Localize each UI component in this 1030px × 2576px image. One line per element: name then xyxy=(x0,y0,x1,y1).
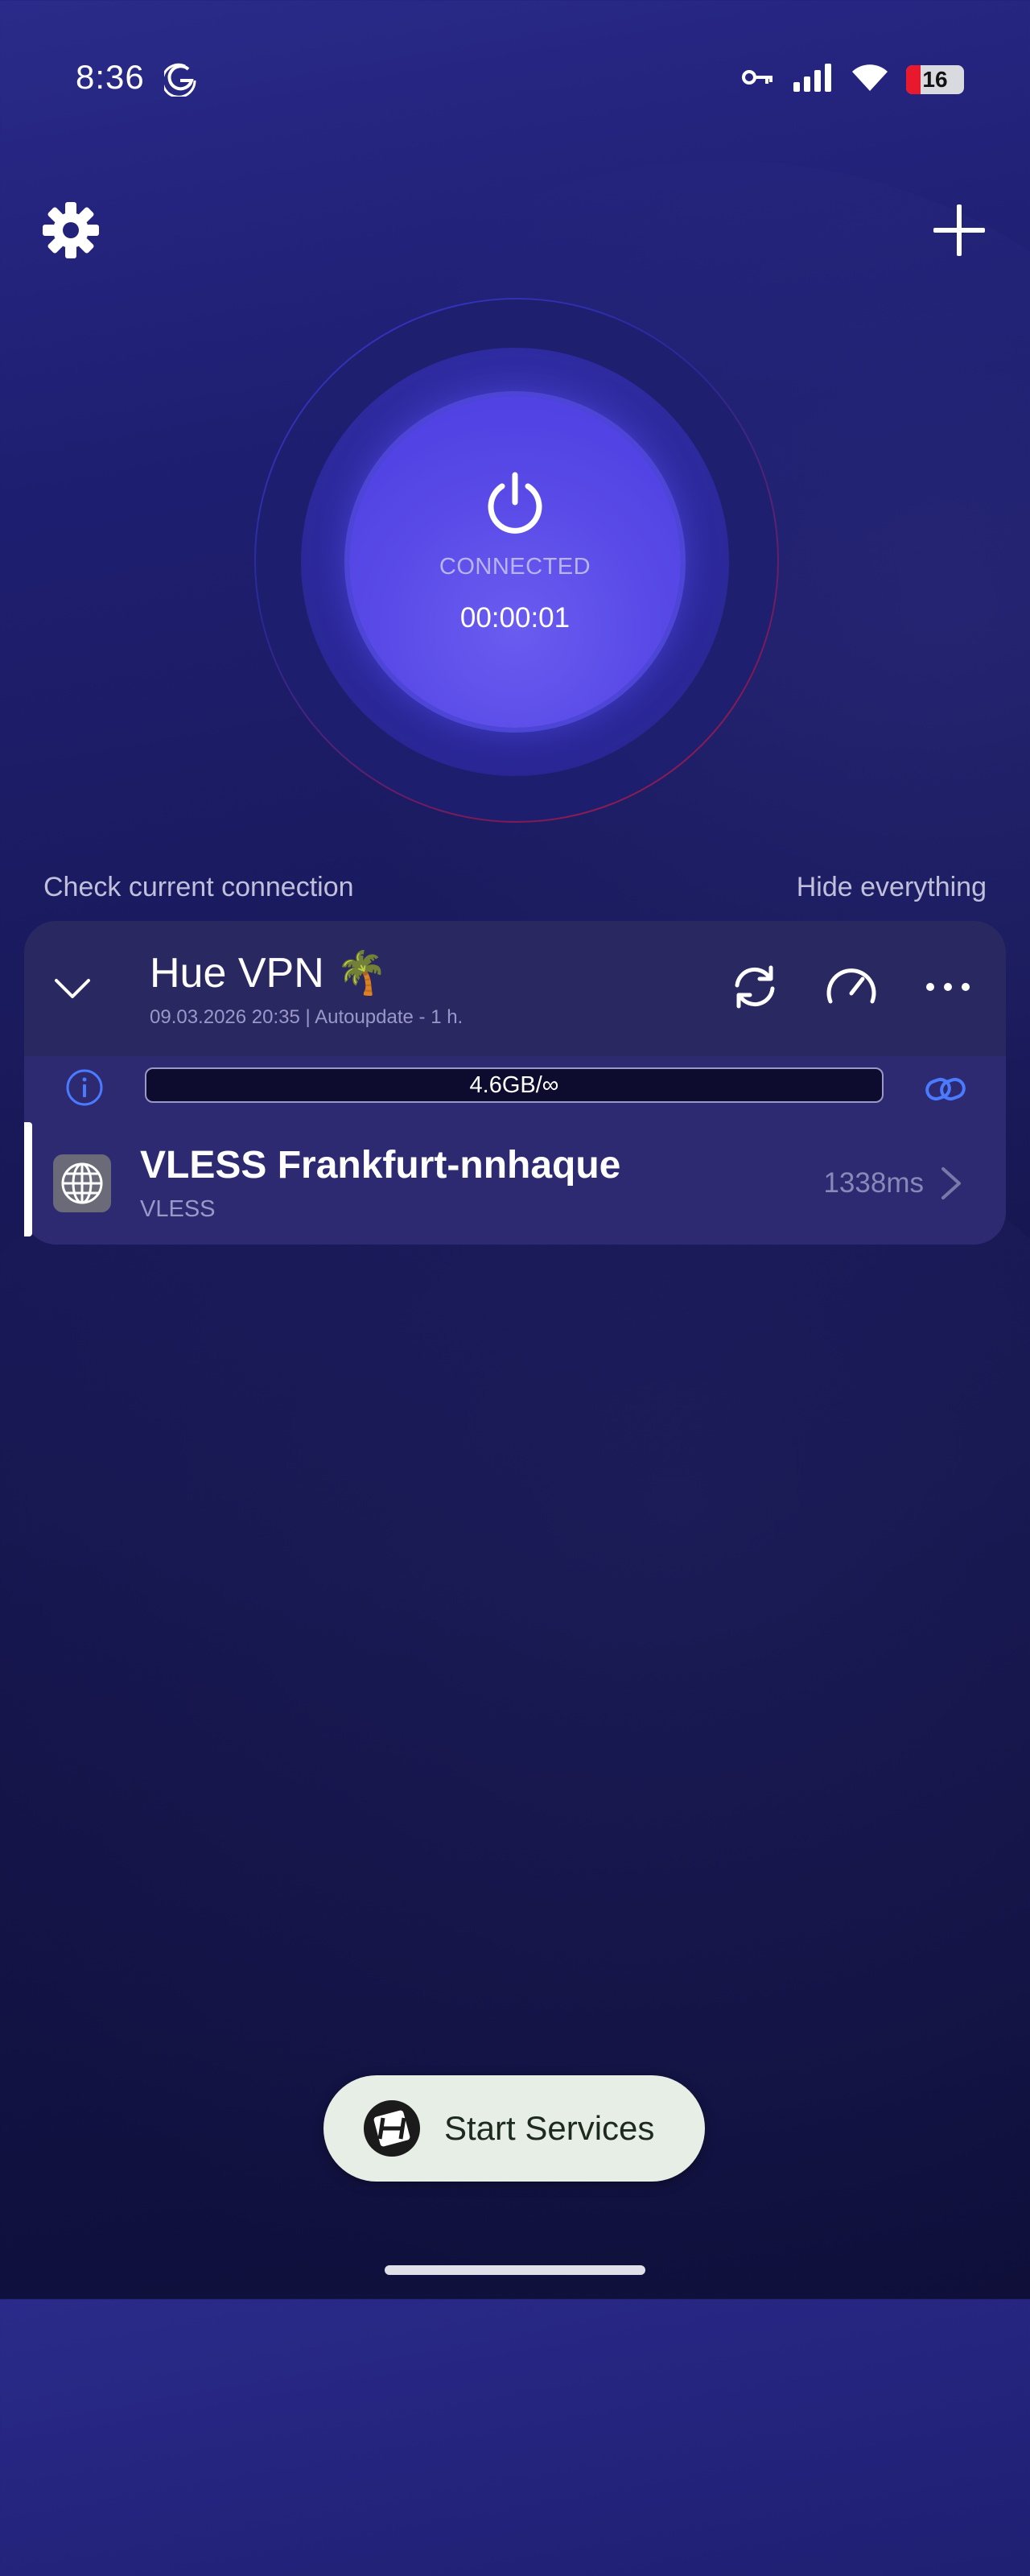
hide-everything-link[interactable]: Hide everything xyxy=(797,872,987,903)
refresh-icon xyxy=(735,965,775,1009)
subscription-update-info: 09.03.2026 20:35 | Autoupdate - 1 h. xyxy=(150,1006,464,1028)
wifi-icon xyxy=(851,63,888,96)
server-ping: 1338ms xyxy=(823,1167,924,1199)
collapse-button[interactable] xyxy=(50,966,95,1011)
start-services-toast[interactable]: Start Services xyxy=(323,2075,705,2182)
selected-indicator xyxy=(24,1122,32,1236)
battery-level: 16 xyxy=(922,66,948,92)
more-options-button[interactable] xyxy=(919,958,977,1016)
vpn-key-icon xyxy=(742,68,774,91)
speed-test-button[interactable] xyxy=(822,958,880,1016)
connection-status: CONNECTED xyxy=(439,554,591,580)
battery-indicator: 16 xyxy=(906,64,964,94)
google-icon xyxy=(161,61,196,101)
gear-icon xyxy=(43,202,99,258)
status-time: 8:36 xyxy=(76,58,145,96)
plus-icon xyxy=(933,204,985,256)
toast-label: Start Services xyxy=(444,2109,655,2147)
app-logo-icon xyxy=(364,2100,420,2157)
chevron-down-icon xyxy=(55,979,90,998)
home-indicator[interactable] xyxy=(385,2265,645,2275)
speedometer-icon xyxy=(826,968,876,1004)
link-icon xyxy=(925,1077,966,1101)
power-icon xyxy=(483,470,547,539)
settings-button[interactable] xyxy=(39,198,103,262)
status-icons: 16 xyxy=(742,63,964,96)
refresh-button[interactable] xyxy=(726,958,784,1016)
signal-icon xyxy=(792,63,834,96)
info-button[interactable] xyxy=(64,1067,105,1108)
check-connection-link[interactable]: Check current connection xyxy=(43,872,354,903)
info-icon xyxy=(66,1069,103,1106)
globe-icon xyxy=(53,1154,111,1212)
add-button[interactable] xyxy=(927,198,991,262)
connection-timer: 00:00:01 xyxy=(459,602,571,634)
server-protocol: VLESS xyxy=(140,1196,216,1222)
copy-link-button[interactable] xyxy=(924,1067,967,1111)
subscription-title: Hue VPN 🌴 xyxy=(150,950,388,997)
traffic-usage-bar: 4.6GB/∞ xyxy=(145,1067,884,1103)
more-horizontal-icon xyxy=(926,983,970,991)
chevron-right-icon xyxy=(940,1166,962,1201)
server-name: VLESS Frankfurt-nnhaque xyxy=(140,1144,621,1187)
